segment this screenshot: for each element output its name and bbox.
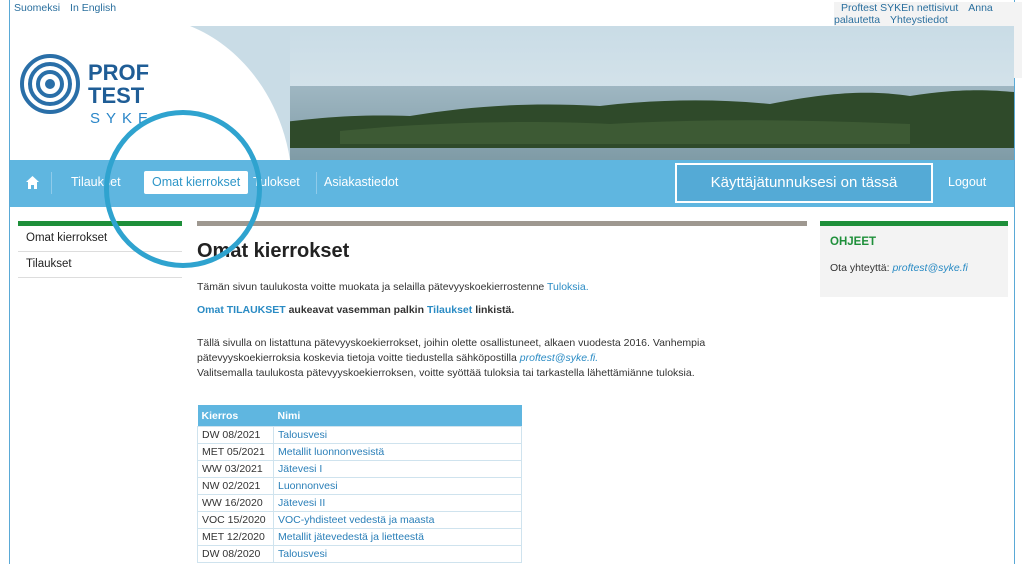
round-name-link[interactable]: Talousvesi	[273, 545, 522, 563]
logout-link[interactable]: Logout	[948, 175, 986, 189]
table-row[interactable]: VOC 15/2020 VOC-yhdisteet vedestä ja maas…	[197, 511, 522, 529]
home-icon[interactable]	[25, 175, 40, 190]
orders-text: Omat TILAUKSET aukeavat vasemman palkin …	[197, 303, 807, 318]
sidebar-item-orders[interactable]: Tilaukset	[18, 252, 182, 278]
desc-email-link[interactable]: proftest@syke.fi.	[520, 352, 598, 364]
table-row[interactable]: MET 05/2021 Metallit luonnonvesistä	[197, 443, 522, 461]
round-code: MET 05/2021	[197, 443, 274, 461]
lang-fi-link[interactable]: Suomeksi	[14, 2, 60, 14]
contact-link[interactable]: Yhteystiedot	[890, 14, 948, 26]
nav-customer-info[interactable]: Asiakastiedot	[324, 175, 398, 189]
intro-text: Tämän sivun taulukosta voitte muokata ja…	[197, 280, 807, 295]
nav-separator	[316, 172, 317, 194]
round-name-link[interactable]: Metallit jätevedestä ja lietteestä	[273, 528, 522, 546]
top-links-bar: Suomeksi In English Proftest SYKEn netti…	[14, 2, 1022, 78]
nav-separator	[51, 172, 52, 194]
table-row[interactable]: DW 08/2020 Talousvesi	[197, 545, 522, 563]
orders-suffix-text: linkistä.	[475, 304, 515, 316]
orders-link[interactable]: Tilaukset	[427, 304, 472, 316]
main-content: Omat kierrokset Tämän sivun taulukosta v…	[197, 221, 807, 381]
intro-sentence: Tämän sivun taulukosta voitte muokata ja…	[197, 281, 545, 293]
nav-orders[interactable]: Tilaukset	[71, 175, 121, 189]
logo-area: PROF TEST SYKE	[10, 26, 290, 160]
sidebar-item-my-rounds[interactable]: Omat kierrokset	[18, 226, 182, 252]
results-link[interactable]: Tuloksia.	[547, 281, 589, 293]
sidebar: Omat kierrokset Tilaukset	[18, 221, 182, 278]
contact-label: Ota yhteyttä:	[830, 262, 890, 274]
table-row[interactable]: NW 02/2021 Luonnonvesi	[197, 477, 522, 495]
help-accent-bar	[820, 221, 1008, 226]
page-title: Omat kierrokset	[197, 240, 350, 262]
round-name-link[interactable]: Jätevesi I	[273, 460, 522, 478]
logo-text-1: PROF	[88, 60, 149, 85]
round-code: DW 08/2020	[197, 545, 274, 563]
proftest-logo[interactable]: PROF TEST SYKE	[10, 26, 290, 160]
main-nav: Tilaukset Omat kierrokset Tulokset Asiak…	[10, 160, 1014, 207]
round-name-link[interactable]: VOC-yhdisteet vedestä ja maasta	[273, 511, 522, 529]
orders-mid-text: aukeavat vasemman palkin	[288, 304, 425, 316]
rounds-table: Kierros Nimi DW 08/2021 Talousvesi MET 05…	[197, 405, 522, 563]
logo-text-2: TEST	[88, 83, 145, 108]
help-panel: OHJEET Ota yhteyttä: proftest@syke.fi	[820, 221, 1008, 297]
round-code: DW 08/2021	[197, 426, 274, 444]
help-title: OHJEET	[830, 236, 877, 248]
desc-line-3: Valitsemalla taulukosta pätevyyskoekierr…	[197, 367, 695, 379]
description-text: Tällä sivulla on listattuna pätevyyskoek…	[197, 336, 807, 381]
round-name-link[interactable]: Metallit luonnonvesistä	[273, 443, 522, 461]
table-row[interactable]: MET 12/2020 Metallit jätevedestä ja liett…	[197, 528, 522, 546]
nav-my-rounds[interactable]: Omat kierrokset	[144, 171, 249, 194]
column-header-round[interactable]: Kierros	[197, 405, 274, 427]
my-orders-link[interactable]: Omat TILAUKSET	[197, 304, 286, 316]
table-row[interactable]: WW 16/2020 Jätevesi II	[197, 494, 522, 512]
logo-text-3: SYKE	[90, 110, 154, 127]
round-code: NW 02/2021	[197, 477, 274, 495]
round-name-link[interactable]: Luonnonvesi	[273, 477, 522, 495]
round-name-link[interactable]: Talousvesi	[273, 426, 522, 444]
round-name-link[interactable]: Jätevesi II	[273, 494, 522, 512]
round-code: WW 16/2020	[197, 494, 274, 512]
round-code: MET 12/2020	[197, 528, 274, 546]
lang-en-link[interactable]: In English	[70, 2, 116, 14]
round-code: VOC 15/2020	[197, 511, 274, 529]
nav-results[interactable]: Tulokset	[253, 175, 300, 189]
round-code: WW 03/2021	[197, 460, 274, 478]
main-accent-bar	[197, 221, 807, 226]
desc-line-1: Tällä sivulla on listattuna pätevyyskoek…	[197, 337, 706, 349]
contact-email-link[interactable]: proftest@syke.fi	[892, 262, 967, 274]
user-info-box: Käyttäjätunnuksesi on tässä	[675, 163, 933, 203]
header-banner: PROF TEST SYKE	[10, 26, 1014, 160]
site-link[interactable]: Proftest SYKEn nettisivut	[841, 2, 958, 14]
column-header-name[interactable]: Nimi	[273, 405, 522, 427]
table-row[interactable]: DW 08/2021 Talousvesi	[197, 426, 522, 444]
table-row[interactable]: WW 03/2021 Jätevesi I	[197, 460, 522, 478]
help-contact: Ota yhteyttä: proftest@syke.fi	[830, 262, 1008, 274]
desc-line-2: pätevyyskoekierroksia koskevia tietoja v…	[197, 352, 517, 364]
